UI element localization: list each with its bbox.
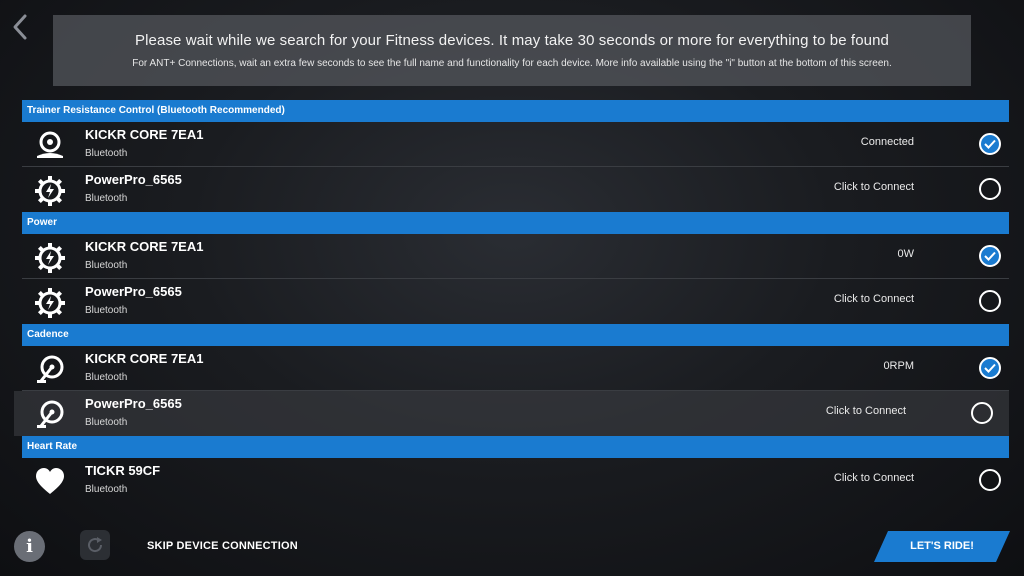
section-header-power: Power: [22, 212, 1009, 234]
power-gear-icon: [35, 176, 65, 206]
device-row[interactable]: KICKR CORE 7EA1 Bluetooth 0RPM: [22, 346, 1009, 391]
device-row[interactable]: PowerPro_6565 Bluetooth Click to Connect: [22, 167, 1009, 212]
cadence-crank-icon: [37, 355, 64, 383]
device-connection-type: Bluetooth: [85, 305, 128, 316]
device-checkbox[interactable]: [979, 133, 1001, 155]
cadence-crank-icon: [37, 400, 64, 428]
device-checkbox[interactable]: [971, 402, 993, 424]
checkmark-icon: [984, 139, 996, 149]
heart-icon: [36, 468, 64, 494]
device-status: Connected: [860, 136, 914, 148]
checkmark-icon: [984, 251, 996, 261]
section-header-heart-rate: Heart Rate: [22, 436, 1009, 458]
device-name: KICKR CORE 7EA1: [85, 351, 204, 366]
chevron-left-icon: [13, 14, 27, 40]
checkmark-icon: [984, 363, 996, 373]
device-checkbox[interactable]: [979, 178, 1001, 200]
device-checkbox[interactable]: [979, 357, 1001, 379]
device-connection-type: Bluetooth: [85, 484, 128, 495]
banner-subtitle: For ANT+ Connections, wait an extra few …: [132, 58, 892, 69]
device-connection-type: Bluetooth: [85, 260, 128, 271]
device-name: KICKR CORE 7EA1: [85, 127, 204, 142]
device-connection-type: Bluetooth: [85, 193, 128, 204]
device-status: Click to Connect: [825, 405, 906, 417]
lets-ride-button[interactable]: LET'S RIDE!: [874, 531, 1010, 562]
power-gear-icon: [35, 288, 65, 318]
device-connection-type: Bluetooth: [85, 372, 128, 383]
search-notice-banner: Please wait while we search for your Fit…: [53, 15, 971, 86]
device-row[interactable]: KICKR CORE 7EA1 Bluetooth 0W: [22, 234, 1009, 279]
device-name: PowerPro_6565: [85, 396, 182, 411]
device-connection-type: Bluetooth: [85, 417, 128, 428]
section-header-trainer: Trainer Resistance Control (Bluetooth Re…: [22, 100, 1009, 122]
device-row[interactable]: KICKR CORE 7EA1 Bluetooth Connected: [22, 122, 1009, 167]
device-list: Trainer Resistance Control (Bluetooth Re…: [14, 100, 1009, 503]
device-row[interactable]: TICKR 59CF Bluetooth Click to Connect: [22, 458, 1009, 503]
back-button[interactable]: [8, 12, 32, 44]
trainer-icon: [37, 131, 63, 158]
refresh-icon: [88, 537, 103, 553]
section-header-cadence: Cadence: [22, 324, 1009, 346]
device-name: KICKR CORE 7EA1: [85, 239, 204, 254]
skip-device-connection-button[interactable]: SKIP DEVICE CONNECTION: [147, 540, 298, 552]
device-checkbox[interactable]: [979, 290, 1001, 312]
device-status: 0W: [897, 248, 915, 260]
device-row[interactable]: PowerPro_6565 Bluetooth Click to Connect: [22, 279, 1009, 324]
lets-ride-label: LET'S RIDE!: [910, 540, 974, 552]
power-gear-icon: [35, 243, 65, 273]
device-name: TICKR 59CF: [85, 463, 161, 478]
refresh-button[interactable]: [80, 530, 110, 560]
device-status: Click to Connect: [833, 293, 914, 305]
banner-title: Please wait while we search for your Fit…: [135, 32, 889, 49]
device-connection-type: Bluetooth: [85, 148, 128, 159]
device-checkbox[interactable]: [979, 469, 1001, 491]
device-status: 0RPM: [883, 360, 914, 372]
device-pairing-screen: Please wait while we search for your Fit…: [0, 0, 1024, 576]
device-row[interactable]: PowerPro_6565 Bluetooth Click to Connect: [14, 391, 1009, 436]
info-button[interactable]: i: [14, 531, 45, 562]
device-name: PowerPro_6565: [85, 284, 182, 299]
device-checkbox[interactable]: [979, 245, 1001, 267]
device-status: Click to Connect: [833, 181, 914, 193]
device-status: Click to Connect: [833, 472, 914, 484]
info-icon: i: [26, 536, 33, 557]
device-name: PowerPro_6565: [85, 172, 182, 187]
